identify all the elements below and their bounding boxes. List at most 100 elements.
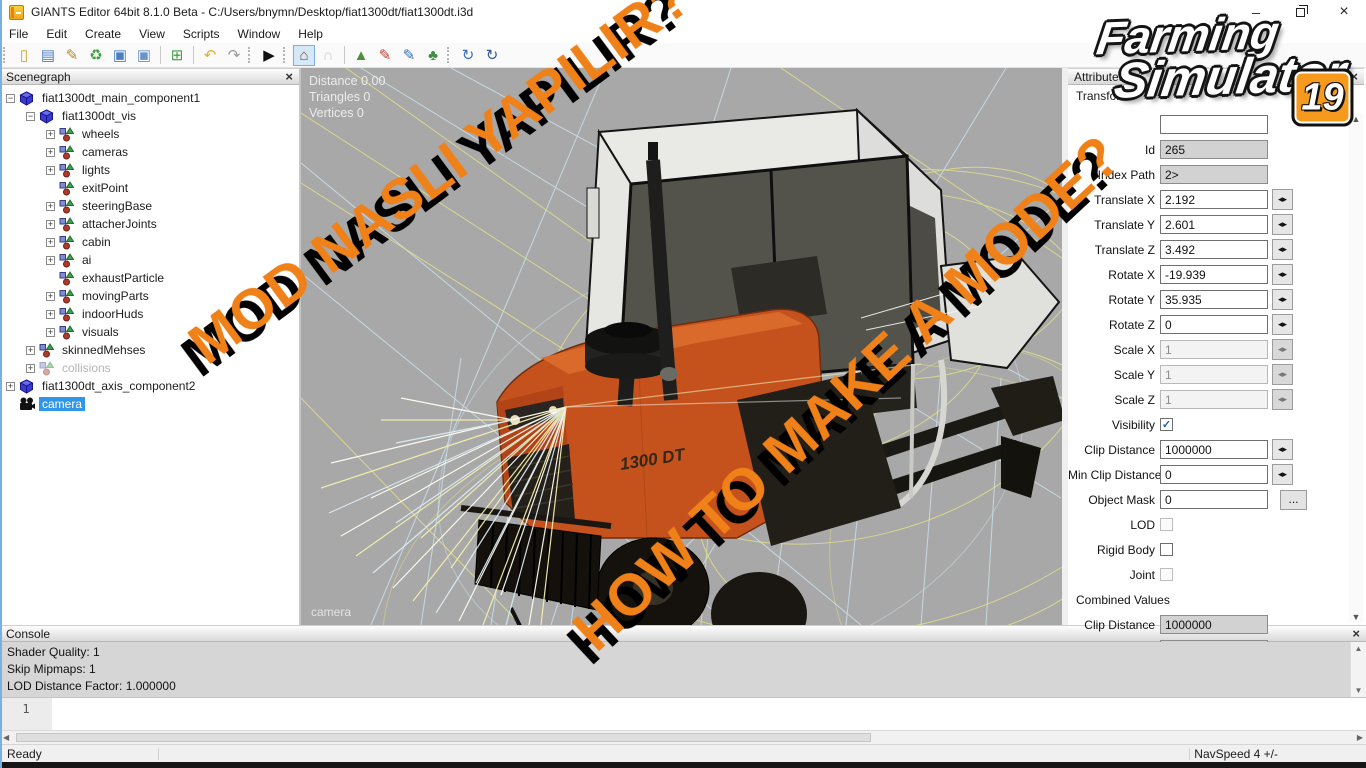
open-file-icon[interactable]: ▤ xyxy=(37,45,59,66)
scroll-left-icon[interactable]: ◀ xyxy=(3,733,9,742)
save-as-icon[interactable]: ▣ xyxy=(133,45,155,66)
scroll-up-icon[interactable]: ▲ xyxy=(1355,644,1363,653)
expand-toggle[interactable]: + xyxy=(46,148,55,157)
field-rotate-y[interactable] xyxy=(1160,290,1268,309)
scenegraph-close-icon[interactable]: × xyxy=(285,71,293,83)
field-clip-distance[interactable] xyxy=(1160,440,1268,459)
close-button[interactable]: × xyxy=(1322,0,1366,24)
field-translate-y[interactable] xyxy=(1160,215,1268,234)
menu-scripts[interactable]: Scripts xyxy=(174,25,229,43)
tree-node-exhaustparticle[interactable]: exhaustParticle xyxy=(0,269,299,287)
field-rotate-z[interactable] xyxy=(1160,315,1268,334)
minimize-button[interactable]: – xyxy=(1234,0,1278,24)
checkbox-rigid-body[interactable] xyxy=(1160,543,1173,556)
tree-node-skinnedmehses[interactable]: +skinnedMehses xyxy=(0,341,299,359)
object-mask-browse-button[interactable]: ... xyxy=(1280,490,1307,510)
restore-button[interactable] xyxy=(1278,0,1322,24)
reload-shaders-icon[interactable]: ↻ xyxy=(457,45,479,66)
scroll-down-icon[interactable]: ▼ xyxy=(1352,612,1361,622)
attributes-scrollbar[interactable]: ▲ ▼ xyxy=(1349,114,1363,622)
tree-node-indoorhuds[interactable]: +indoorHuds xyxy=(0,305,299,323)
tree-node-fiat1300dt-main-component1[interactable]: −fiat1300dt_main_component1 xyxy=(0,89,299,107)
tree-node-visuals[interactable]: + visuals xyxy=(0,323,299,341)
spinner-rotate-y[interactable]: ◂▸ xyxy=(1272,289,1293,310)
reload-file-icon[interactable]: ♻ xyxy=(85,45,107,66)
console-script-input[interactable] xyxy=(52,698,1366,730)
tree-node-fiat1300dt-vis[interactable]: −fiat1300dt_vis xyxy=(0,107,299,125)
tree-node-wheels[interactable]: +wheels xyxy=(0,125,299,143)
spinner-min-clip-distance[interactable]: ◂▸ xyxy=(1272,464,1293,485)
attributes-title: Attributes xyxy=(1074,70,1125,84)
save-icon[interactable]: ▣ xyxy=(109,45,131,66)
edit-notes-icon[interactable]: ✎ xyxy=(61,45,83,66)
spinner-rotate-x[interactable]: ◂▸ xyxy=(1272,264,1293,285)
menu-window[interactable]: Window xyxy=(229,25,290,43)
tree-node-lights[interactable]: +lights xyxy=(0,161,299,179)
tree-node-label: visuals xyxy=(79,325,122,339)
attributes-close-icon[interactable]: × xyxy=(1350,71,1358,83)
spinner-clip-distance[interactable]: ◂▸ xyxy=(1272,439,1293,460)
menu-help[interactable]: Help xyxy=(289,25,332,43)
menu-view[interactable]: View xyxy=(130,25,174,43)
expand-toggle[interactable]: + xyxy=(26,364,35,373)
console-close-icon[interactable]: × xyxy=(1352,628,1360,640)
tree-node-cameras[interactable]: +cameras xyxy=(0,143,299,161)
field-translate-z[interactable] xyxy=(1160,240,1268,259)
terrain-foliage-icon[interactable]: ✎ xyxy=(398,45,420,66)
tree-node-cabin[interactable]: +cabin xyxy=(0,233,299,251)
menu-edit[interactable]: Edit xyxy=(37,25,76,43)
console-log-scrollbar[interactable]: ▲ ▼ xyxy=(1350,642,1366,697)
menu-create[interactable]: Create xyxy=(76,25,130,43)
undo-icon[interactable]: ↶ xyxy=(199,45,221,66)
menu-file[interactable]: File xyxy=(0,25,37,43)
redo-icon[interactable]: ↷ xyxy=(223,45,245,66)
spinner-translate-z[interactable]: ◂▸ xyxy=(1272,239,1293,260)
field-min-clip-distance[interactable] xyxy=(1160,465,1268,484)
play-icon[interactable]: ▶ xyxy=(258,45,280,66)
expand-toggle[interactable]: + xyxy=(46,238,55,247)
expand-toggle[interactable]: + xyxy=(46,292,55,301)
terrain-sculpt-icon[interactable]: ▲ xyxy=(350,45,372,66)
console-hscrollbar[interactable]: ◀ ▶ xyxy=(0,730,1366,744)
field-translate-x[interactable] xyxy=(1160,190,1268,209)
scroll-down-icon[interactable]: ▼ xyxy=(1355,686,1363,695)
tree-node-movingparts[interactable]: +movingParts xyxy=(0,287,299,305)
field-object-mask[interactable] xyxy=(1160,490,1268,509)
collapse-toggle[interactable]: − xyxy=(6,94,15,103)
expand-toggle[interactable]: + xyxy=(26,346,35,355)
spinner-translate-y[interactable]: ◂▸ xyxy=(1272,214,1293,235)
spinner-rotate-z[interactable]: ◂▸ xyxy=(1272,314,1293,335)
expand-toggle[interactable]: + xyxy=(46,256,55,265)
tree-node-attacherjoints[interactable]: +attacherJoints xyxy=(0,215,299,233)
tree-node-steeringbase[interactable]: +steeringBase xyxy=(0,197,299,215)
tree-node-fiat1300dt-axis-component2[interactable]: +fiat1300dt_axis_component2 xyxy=(0,377,299,395)
terrain-paint-icon[interactable]: ✎ xyxy=(374,45,396,66)
expand-toggle[interactable]: + xyxy=(46,130,55,139)
expand-toggle[interactable]: + xyxy=(46,328,55,337)
expand-toggle[interactable]: + xyxy=(46,202,55,211)
reload-scripts-icon[interactable]: ↻ xyxy=(481,45,503,66)
viewport-3d[interactable]: 1300 DT xyxy=(301,68,1062,625)
spinner-translate-x[interactable]: ◂▸ xyxy=(1272,189,1293,210)
field-name[interactable] xyxy=(1160,115,1268,134)
expand-toggle[interactable]: + xyxy=(6,382,15,391)
tree-placement-icon[interactable]: ♣ xyxy=(422,45,444,66)
tab-transform[interactable]: Transform xyxy=(1068,85,1364,105)
snap-icon[interactable]: ∩ xyxy=(317,45,339,66)
hscroll-thumb[interactable] xyxy=(16,733,871,742)
collapse-toggle[interactable]: − xyxy=(26,112,35,121)
expand-toggle[interactable]: + xyxy=(46,310,55,319)
tree-node-camera[interactable]: camera xyxy=(0,395,299,413)
scroll-up-icon[interactable]: ▲ xyxy=(1352,114,1361,124)
field-rotate-x[interactable] xyxy=(1160,265,1268,284)
expand-toggle[interactable]: + xyxy=(46,220,55,229)
tree-node-ai[interactable]: +ai xyxy=(0,251,299,269)
home-icon[interactable]: ⌂ xyxy=(293,45,315,66)
import-icon[interactable]: ⊞ xyxy=(166,45,188,66)
new-file-icon[interactable]: ▯ xyxy=(13,45,35,66)
checkbox-visibility[interactable]: ✓ xyxy=(1160,418,1173,431)
tree-node-exitpoint[interactable]: exitPoint xyxy=(0,179,299,197)
scroll-right-icon[interactable]: ▶ xyxy=(1357,733,1363,742)
expand-toggle[interactable]: + xyxy=(46,166,55,175)
tree-node-collisions[interactable]: +collisions xyxy=(0,359,299,377)
